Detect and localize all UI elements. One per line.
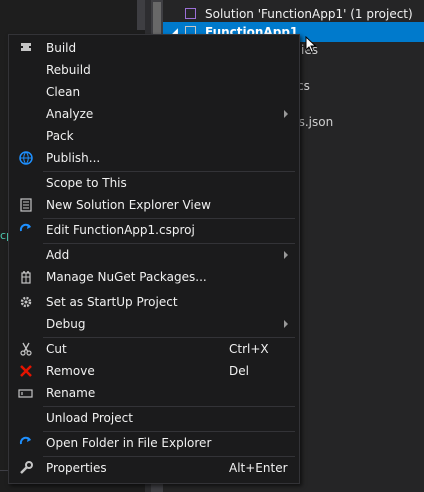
menu-item-debug[interactable]: Debug <box>9 313 299 335</box>
menu-shortcut: Alt+Enter <box>229 461 288 475</box>
menu-label: Rename <box>46 386 96 400</box>
globe-icon <box>19 151 33 165</box>
menu-label: New Solution Explorer View <box>46 198 211 212</box>
menu-item-new-solution-explorer-view[interactable]: New Solution Explorer View <box>9 194 299 216</box>
menu-item-clean[interactable]: Clean <box>9 81 299 103</box>
menu-item-add[interactable]: Add <box>9 244 299 266</box>
menu-item-rename[interactable]: Rename <box>9 382 299 404</box>
scrollbar-thumb[interactable] <box>153 2 161 36</box>
solution-label: Solution 'FunctionApp1' (1 project) <box>205 7 413 21</box>
submenu-arrow-icon <box>284 320 288 328</box>
menu-label: Manage NuGet Packages... <box>46 270 207 284</box>
menu-item-publish[interactable]: Publish... <box>9 147 299 169</box>
menu-label: Build <box>46 41 77 55</box>
menu-item-remove[interactable]: Remove Del <box>9 360 299 382</box>
menu-label: Debug <box>46 317 86 331</box>
menu-shortcut: Ctrl+X <box>229 342 269 356</box>
menu-item-manage-nuget[interactable]: Manage NuGet Packages... <box>9 266 299 288</box>
wrench-icon <box>20 461 33 474</box>
menu-label: Rebuild <box>46 63 91 77</box>
menu-label: Properties <box>46 461 107 475</box>
rename-icon <box>18 389 33 398</box>
menu-shortcut: Del <box>229 364 249 378</box>
new-view-icon <box>20 198 32 212</box>
menu-item-edit-project[interactable]: Edit FunctionApp1.csproj <box>9 219 299 241</box>
menu-label: Remove <box>46 364 95 378</box>
menu-label: Edit FunctionApp1.csproj <box>46 223 195 237</box>
menu-label: Set as StartUp Project <box>46 295 178 309</box>
menu-label: Clean <box>46 85 81 99</box>
submenu-arrow-icon <box>284 251 288 259</box>
menu-label: Pack <box>46 129 74 143</box>
menu-item-properties[interactable]: Properties Alt+Enter <box>9 457 299 479</box>
menu-item-rebuild[interactable]: Rebuild <box>9 59 299 81</box>
menu-item-unload-project[interactable]: Unload Project <box>9 407 299 429</box>
menu-item-scope-to-this[interactable]: Scope to This <box>9 172 299 194</box>
menu-label: Scope to This <box>46 176 127 190</box>
menu-label: Unload Project <box>46 411 133 425</box>
menu-item-analyze[interactable]: Analyze <box>9 103 299 125</box>
menu-item-set-startup[interactable]: Set as StartUp Project <box>9 291 299 313</box>
tree-item-partial[interactable]: gs.json <box>291 112 351 132</box>
refresh-icon <box>19 223 31 232</box>
mouse-cursor-icon <box>305 36 317 54</box>
build-icon <box>21 43 31 51</box>
menu-label: Open Folder in File Explorer <box>46 436 212 450</box>
gear-icon <box>20 296 32 308</box>
menu-label: Cut <box>46 342 67 356</box>
menu-label: Add <box>46 248 70 262</box>
tree-item-partial[interactable]: cs <box>297 76 337 96</box>
menu-label: Publish... <box>46 151 101 165</box>
solution-icon <box>185 8 196 19</box>
menu-item-open-folder[interactable]: Open Folder in File Explorer <box>9 432 299 454</box>
red-x-icon <box>20 365 32 377</box>
menu-item-build[interactable]: Build <box>9 37 299 59</box>
editor-scrollbar[interactable] <box>137 0 145 30</box>
solution-node[interactable]: Solution 'FunctionApp1' (1 project) <box>163 4 424 24</box>
refresh-icon <box>19 436 31 445</box>
scissors-icon <box>20 342 32 356</box>
nuget-icon <box>21 271 31 284</box>
context-menu: Build Rebuild Clean Analyze Pack Publish… <box>8 34 300 484</box>
menu-item-pack[interactable]: Pack <box>9 125 299 147</box>
menu-item-cut[interactable]: Cut Ctrl+X <box>9 338 299 360</box>
submenu-arrow-icon <box>284 110 288 118</box>
menu-label: Analyze <box>46 107 94 121</box>
